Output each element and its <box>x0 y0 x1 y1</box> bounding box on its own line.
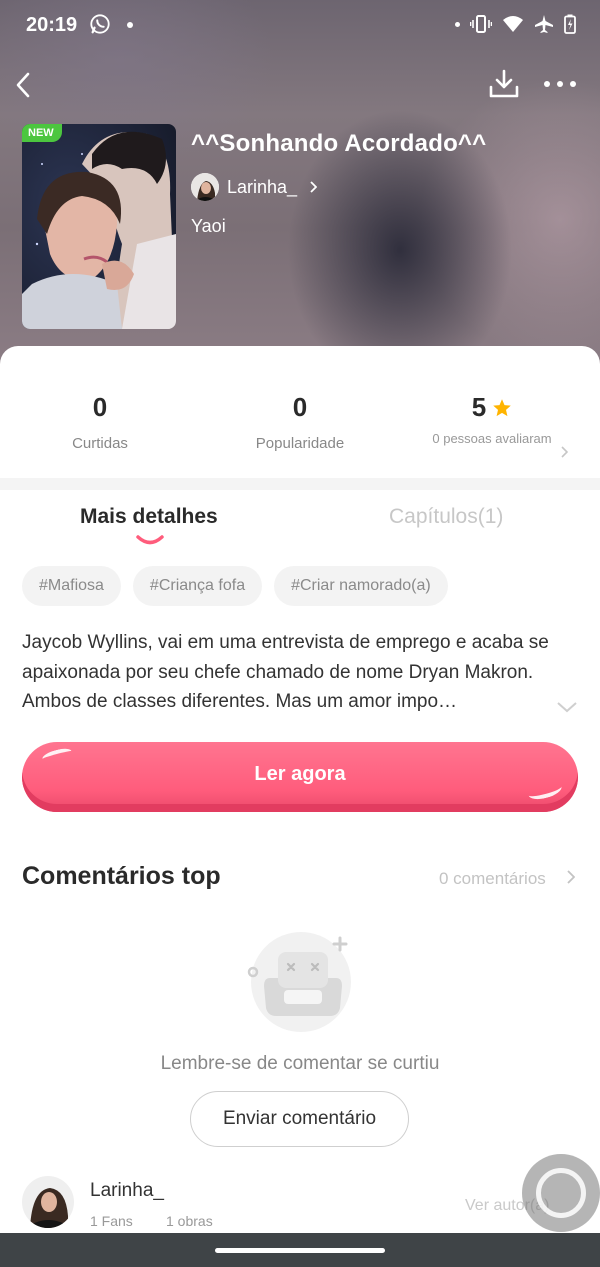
send-comment-button[interactable]: Enviar comentário <box>190 1091 409 1147</box>
author-card-name[interactable]: Larinha_ <box>90 1180 164 1202</box>
synopsis-text: Jaycob Wyllins, vai em uma entrevista de… <box>22 632 549 712</box>
wifi-icon <box>503 16 523 32</box>
stats-row: 0 Curtidas 0 Popularidade 5 0 pessoas av… <box>0 392 600 482</box>
dot-icon <box>557 81 563 87</box>
popularity-value: 0 <box>292 392 308 422</box>
popularity-stat: 0 Popularidade <box>230 392 370 452</box>
section-divider <box>0 478 600 490</box>
genre-label: Yaoi <box>191 216 226 236</box>
author-card-avatar[interactable] <box>22 1176 74 1228</box>
book-cover[interactable]: NEW <box>22 124 176 329</box>
author-fans-count: 1 Fans <box>90 1213 133 1229</box>
avatar-image <box>191 173 219 201</box>
dot-icon <box>570 81 576 87</box>
empty-comments-text: Lembre-se de comentar se curtiu <box>160 1053 440 1074</box>
download-icon[interactable] <box>488 68 520 100</box>
airplane-icon <box>535 15 553 33</box>
tab-active-indicator <box>136 535 164 545</box>
star-icon <box>493 398 511 416</box>
floating-assistive-button[interactable] <box>522 1154 600 1232</box>
tag-list: #Mafiosa #Criança fofa #Criar namorado(a… <box>22 566 448 606</box>
button-gloss <box>41 746 73 764</box>
rating-label: 0 pessoas avaliaram <box>432 431 552 446</box>
new-badge: NEW <box>22 124 62 142</box>
chevron-down-icon[interactable] <box>556 700 578 714</box>
more-options-button[interactable] <box>544 78 576 90</box>
cover-illustration <box>22 124 176 329</box>
comments-count-link[interactable]: 0 comentários <box>439 869 546 889</box>
chevron-right-icon[interactable] <box>566 870 575 884</box>
tab-details[interactable]: Mais detalhes <box>80 505 218 529</box>
vibrate-icon <box>470 15 492 33</box>
tab-chapters[interactable]: Capítulos(1) <box>389 505 503 529</box>
tag-chip[interactable]: #Criança fofa <box>132 566 263 606</box>
read-now-label: Ler agora <box>254 763 346 785</box>
chevron-left-icon <box>16 72 30 98</box>
empty-comments-icon <box>247 932 351 1032</box>
comments-title: Comentários top <box>22 862 221 890</box>
dot-icon <box>544 81 550 87</box>
small-dot-icon <box>455 21 460 27</box>
avatar-image <box>22 1176 74 1228</box>
author-link[interactable]: Larinha_ <box>191 173 318 201</box>
rating-value: 5 <box>471 392 487 422</box>
author-avatar <box>191 173 219 201</box>
button-gloss <box>526 779 564 803</box>
likes-label: Curtidas <box>72 435 128 452</box>
author-works-count: 1 obras <box>166 1213 213 1229</box>
popularity-label: Popularidade <box>255 435 345 452</box>
chevron-right-icon[interactable] <box>560 446 568 458</box>
tag-chip[interactable]: #Mafiosa <box>22 566 121 606</box>
back-button[interactable] <box>8 68 38 102</box>
likes-stat: 0 Curtidas <box>40 392 160 452</box>
home-indicator[interactable] <box>215 1248 385 1253</box>
whatsapp-icon <box>90 14 110 34</box>
author-name: Larinha_ <box>227 176 298 197</box>
battery-icon <box>564 14 576 34</box>
rating-stat[interactable]: 5 0 pessoas avaliaram <box>432 392 552 447</box>
status-icons <box>455 14 576 34</box>
status-time: 20:19 <box>26 14 78 36</box>
book-title: ^^Sonhando Acordado^^ <box>191 130 487 157</box>
tag-chip[interactable]: #Criar namorado(a) <box>274 566 448 606</box>
likes-value: 0 <box>92 392 108 422</box>
chevron-right-icon <box>310 181 318 193</box>
status-bar: 20:19 <box>0 0 600 52</box>
notification-dot <box>127 22 133 28</box>
read-now-button[interactable]: Ler agora <box>22 742 578 812</box>
